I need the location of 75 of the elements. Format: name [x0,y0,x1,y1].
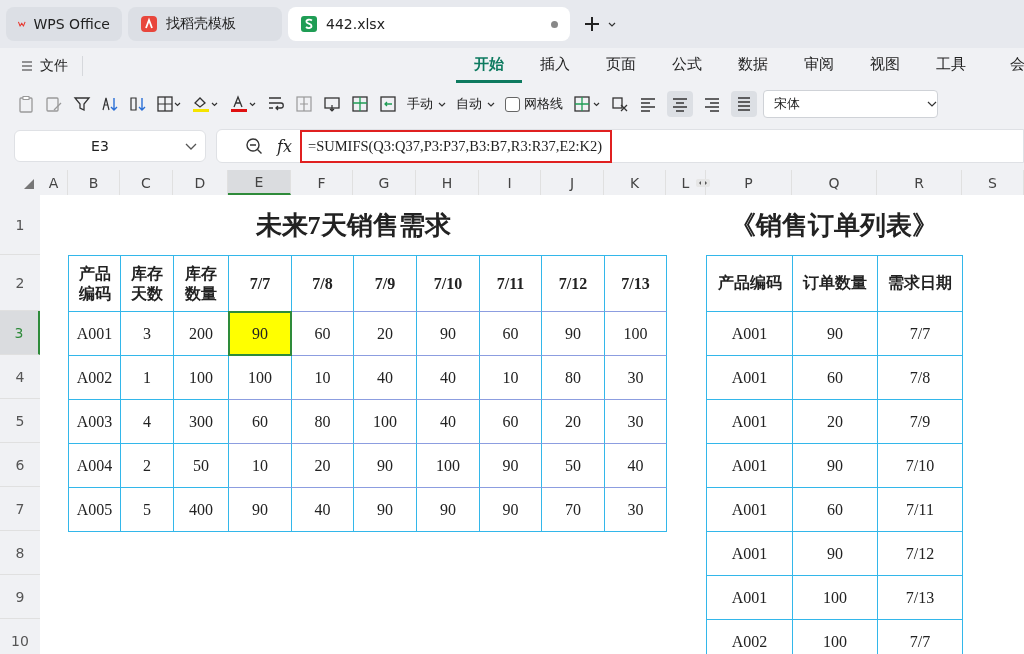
template-logo-icon [140,15,158,33]
caret-icon [927,101,937,107]
font-color-icon[interactable] [229,95,257,113]
table-cell[interactable]: 90 [353,487,417,532]
app-tab[interactable]: 找稻壳模板 [128,7,282,41]
function-button[interactable]: fx [277,136,292,156]
fill-color-icon[interactable] [191,95,219,113]
ribbon-tab[interactable]: 审阅 [786,49,852,83]
select-all-triangle-icon[interactable] [24,179,34,189]
freeze-icon[interactable] [379,95,397,113]
merge-cells-icon[interactable] [295,95,313,113]
table-cell[interactable]: 30 [604,399,667,444]
ribbon-tab[interactable]: 页面 [588,49,654,83]
ribbon-tab[interactable]: 视图 [852,49,918,83]
clear-format-icon[interactable] [611,95,629,113]
table-cell[interactable]: 30 [604,487,667,532]
table-insert-icon[interactable] [351,95,369,113]
menu-icon [22,61,32,71]
header-cell: 需求日期 [877,255,963,312]
spreadsheet-logo-icon [300,15,318,33]
cell-format-icon[interactable] [573,95,601,113]
caret-icon [487,101,495,107]
row-height-dropdown[interactable]: 手动 [407,95,446,113]
ribbon-tab[interactable]: 数据 [720,49,786,83]
borders-icon[interactable] [157,95,181,113]
table-cell[interactable]: 30 [604,355,667,400]
checkbox-box[interactable] [505,96,520,112]
table-cell[interactable]: 100 [604,311,667,356]
gridlines-label[interactable]: 网格线 [524,95,563,113]
formula-bar[interactable]: fx =SUMIFS(Q3:Q37,P3:P37,B3:B7,R3:R37,E2:K2) [216,129,1024,163]
unsaved-dot-icon [551,20,558,28]
table-title: 未来7天销售需求 [254,209,452,242]
ribbon-tab[interactable]: 工具 [918,49,984,83]
table-cell: A005 [68,487,121,532]
header-cell: 产品编码 [706,255,793,312]
table-cell[interactable]: 40 [291,487,354,532]
ribbon-tab[interactable]: 会 [984,49,1024,83]
header-cell: 产品编码 [68,255,121,312]
name-box[interactable]: E3 [14,130,206,162]
split-handle-icon[interactable] [696,178,710,187]
align-middle-icon[interactable] [731,91,757,117]
clipboard-icon[interactable] [17,95,35,113]
app-tab[interactable]: WPS Office [6,7,122,41]
selected-cell[interactable]: 90 [228,311,292,356]
table-cell[interactable]: 40 [604,443,667,488]
caret-icon [185,142,197,150]
new-tab-plus-icon[interactable] [584,16,600,32]
table-cell[interactable]: 90 [416,487,480,532]
ribbon-tab[interactable]: 公式 [654,49,720,83]
table-title: 《销售订单列表》 [729,209,939,242]
zoom-icon[interactable] [245,137,263,155]
file-menu-label[interactable]: 文件 [40,57,68,75]
filter-icon[interactable] [73,95,91,113]
app-tab[interactable]: 442.xlsx [288,7,570,41]
ribbon-tab[interactable]: 插入 [522,49,588,83]
font-dropdown[interactable]: 宋体 [763,90,938,118]
sort-ascending-icon[interactable] [101,95,119,113]
file-menu[interactable]: 文件 [0,56,83,76]
sort-descending-icon[interactable] [129,95,147,113]
table-cell[interactable]: 70 [541,487,605,532]
caret-icon [438,101,446,107]
ribbon-tab[interactable]: 开始 [456,49,522,83]
column-width-dropdown[interactable]: 自动 [456,95,495,113]
header-cell: 7/13 [604,255,667,312]
wrap-text-icon[interactable] [267,95,285,113]
align-left-icon[interactable] [639,95,657,113]
column-header[interactable]: E [228,170,291,195]
align-center-icon[interactable] [667,91,693,117]
caret-icon[interactable] [608,21,616,27]
table-cell[interactable]: 90 [228,487,292,532]
align-right-icon[interactable] [703,95,721,113]
formula-text[interactable]: =SUMIFS(Q3:Q37,P3:P37,B3:B7,R3:R37,E2:K2) [299,129,613,163]
row-height-icon[interactable] [323,95,341,113]
table-cell[interactable]: 90 [479,487,542,532]
gridlines-checkbox[interactable]: 网格线 [505,95,563,113]
